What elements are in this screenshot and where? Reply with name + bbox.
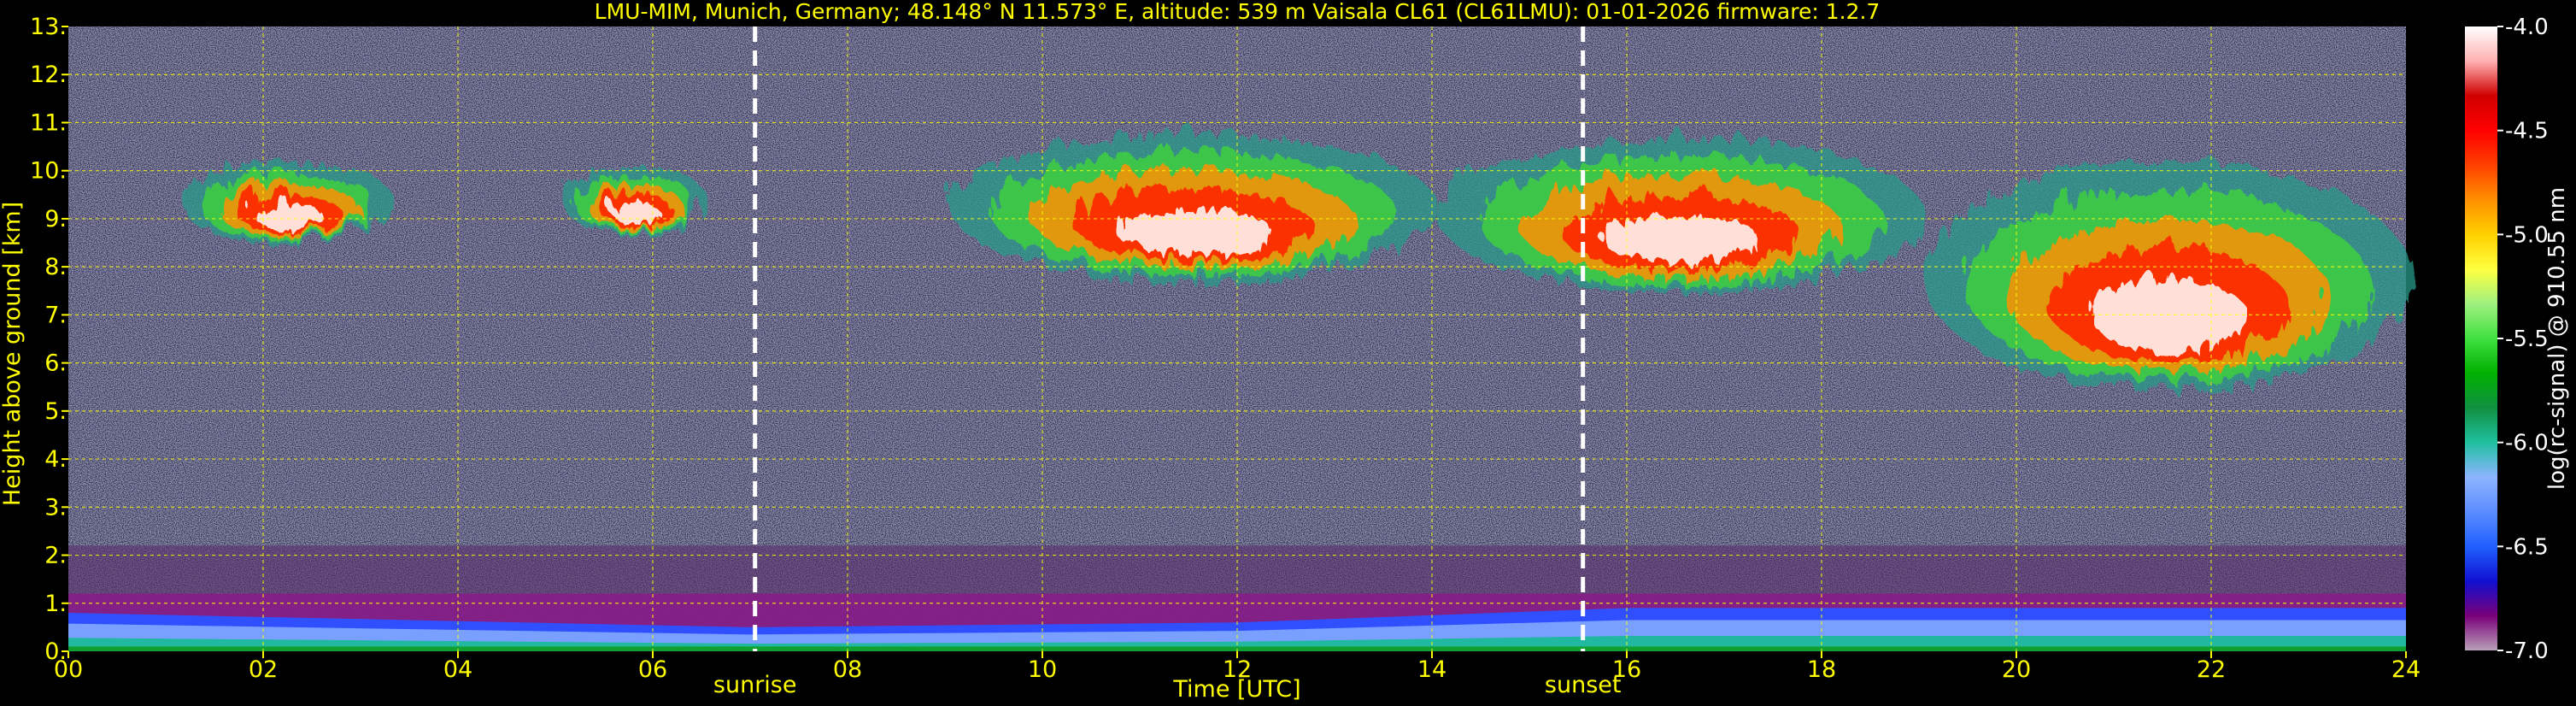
y-tick-label: 5.: [44, 398, 67, 425]
y-tick-label: 10.: [30, 158, 67, 185]
cloud-core: [1110, 202, 1267, 250]
colorbar-tick-label: -6.5: [2505, 534, 2549, 560]
colorbar-bar: [2465, 26, 2497, 650]
x-tick-label: 04: [443, 656, 472, 683]
x-tick-label: 08: [833, 656, 862, 683]
y-tick-label: 0.: [44, 638, 67, 665]
y-axis-label: Height above ground [km]: [0, 202, 26, 506]
cloud-core: [248, 197, 317, 224]
x-tick-label: 10: [1028, 656, 1057, 683]
y-tick-label: 3.: [44, 494, 67, 521]
colorbar-tick-label: -4.0: [2505, 15, 2549, 40]
cloud-core: [2084, 271, 2241, 346]
colorbar-label: log(rc-signal) @ 910.55 nm: [2544, 187, 2570, 490]
colorbar-tick-label: -5.0: [2505, 222, 2549, 248]
cloud-core: [605, 194, 652, 216]
cloud-layer: [945, 127, 1432, 277]
event-label-sunset: sunset: [1545, 672, 1622, 698]
plot-area: [68, 26, 2406, 651]
y-tick-label: 7.: [44, 302, 67, 328]
y-tick-label: 13.: [30, 14, 67, 40]
x-tick-label: 18: [1807, 656, 1836, 683]
y-tick-label: 9.: [44, 206, 67, 232]
colorbar-tick-label: -5.5: [2505, 327, 2549, 352]
x-tick-label: 02: [249, 656, 278, 683]
y-tick-label: 8.: [44, 254, 67, 280]
y-tick-label: 12.: [30, 62, 67, 88]
x-tick-label: 20: [2002, 656, 2031, 683]
ceilometer-chart: 00 02 04 06 08 10 12 14 16 18 20 22 24 0.1.2.3.4.5.6…: [0, 0, 2576, 706]
x-axis-label: Time [UTC]: [1172, 676, 1300, 703]
colorbar-tick-label: -4.5: [2505, 119, 2549, 144]
cloud-layer: [175, 156, 390, 238]
x-tick-label: 24: [2391, 656, 2421, 683]
y-tick-label: 11.: [30, 109, 67, 136]
colorbar-tick-label: -6.0: [2505, 431, 2549, 456]
cloud-layer: [1432, 132, 1919, 286]
y-tick-label: 4.: [44, 446, 67, 473]
x-tick-label: 06: [638, 656, 667, 683]
colorbar-tick-label: -7.0: [2505, 638, 2549, 664]
cloud-core: [1597, 209, 1754, 259]
y-tick-label: 2.: [44, 543, 67, 569]
x-tick-label: 22: [2197, 656, 2226, 683]
x-tick-label: 14: [1417, 656, 1446, 683]
cloud-layer: [1919, 156, 2406, 387]
y-tick-label: 6.: [44, 350, 67, 377]
event-label-sunrise: sunrise: [713, 672, 797, 698]
chart-title: LMU-MIM, Munich, Germany; 48.148° N 11.5…: [595, 0, 1881, 24]
y-tick-label: 1.: [44, 591, 67, 617]
